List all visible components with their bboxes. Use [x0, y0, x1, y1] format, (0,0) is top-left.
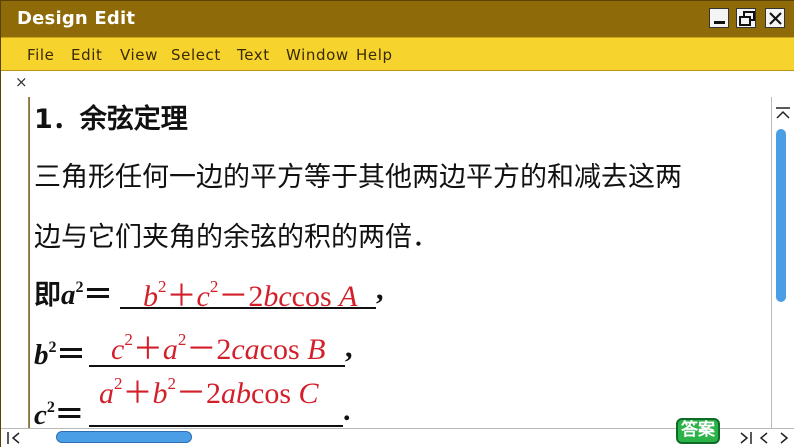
menu-text[interactable]: Text [237, 46, 270, 64]
formula-2-equals: ＝ [56, 339, 86, 371]
f3-t1: a [99, 377, 114, 410]
menu-window[interactable]: Window [286, 46, 349, 64]
f2-t4: ca [231, 333, 260, 366]
vertical-scroll-thumb[interactable] [776, 129, 786, 302]
f3-op1: ＋ [122, 377, 153, 410]
section-heading: 1．余弦定理 [34, 104, 188, 135]
formula-2-underline [89, 365, 345, 367]
formula-3-var: c [34, 399, 47, 431]
left-ruler [1, 97, 29, 428]
f2-t1: c [111, 333, 125, 366]
restore-button[interactable] [736, 8, 756, 28]
formula-1-equals: ＝ [83, 277, 113, 311]
formula-3-trail: . [343, 394, 351, 427]
scroll-left-end-icon[interactable] [5, 430, 31, 446]
formula-1-trail: , [376, 273, 384, 306]
paragraph-line-1: 三角形任何一边的平方等于其他两边平方的和减去这两 [34, 162, 682, 193]
f2-t3: 2 [216, 333, 232, 366]
paragraph-line-2: 边与它们夹角的余弦的积的两倍． [34, 222, 439, 253]
menu-view[interactable]: View [120, 46, 158, 64]
f3-t2: b [152, 377, 168, 410]
restore-icon [739, 11, 755, 26]
formula-1-label: 即a2＝ [34, 271, 113, 313]
f2-op2: － [186, 333, 217, 366]
formula-1-var: a [61, 279, 76, 311]
app-window: Design Edit File Edit View Select Text W… [0, 0, 794, 447]
formula-3-equals: ＝ [54, 399, 84, 431]
f2-t2: a [162, 333, 178, 366]
f1-e1: 2 [158, 277, 167, 296]
formula-3-label: c2＝ [34, 391, 84, 433]
horizontal-scroll-thumb[interactable] [56, 431, 192, 443]
formula-2-label: b2＝ [34, 331, 86, 373]
menu-edit[interactable]: Edit [71, 46, 102, 64]
f2-ang: B [307, 333, 326, 366]
menu-bar: File Edit View Select Text Window Help [1, 37, 794, 71]
minimize-button[interactable] [709, 8, 729, 28]
window-title: Design Edit [17, 8, 136, 29]
f3-op2: － [176, 377, 206, 410]
f3-e1: 2 [114, 374, 123, 393]
menu-help[interactable]: Help [356, 46, 393, 64]
f3-e2: 2 [167, 374, 177, 393]
formula-2-trail: , [345, 331, 353, 364]
formula-2-exp: 2 [48, 339, 57, 356]
menu-select[interactable]: Select [171, 46, 221, 64]
answer-button[interactable]: 答案 [676, 418, 720, 444]
minimize-icon [714, 21, 725, 24]
f3-t3: 2 [206, 377, 221, 410]
title-bar[interactable]: Design Edit [1, 1, 794, 37]
f3-fn: cos [251, 377, 299, 410]
f3-t4: ab [221, 377, 251, 410]
f2-e1: 2 [124, 330, 133, 349]
formula-3-answer: a2＋b2－2abcos C [99, 368, 319, 412]
scroll-right-icons[interactable] [737, 430, 793, 446]
close-icon [769, 12, 782, 25]
scroll-up-icon[interactable] [774, 105, 792, 121]
menu-file[interactable]: File [27, 46, 55, 64]
formula-1-exp: 2 [75, 279, 84, 296]
f2-fn: cos [259, 333, 308, 366]
f3-ang: C [298, 377, 319, 410]
f2-op1: ＋ [132, 333, 163, 366]
formula-2-var: b [34, 339, 49, 371]
close-button[interactable] [765, 8, 785, 28]
formula-2-answer: c2＋a2－2cacos B [111, 324, 325, 368]
tab-close-icon[interactable]: × [15, 73, 28, 91]
formula-3-exp: 2 [46, 399, 55, 416]
formula-3-underline [89, 425, 343, 427]
formula-1-prefix: 即 [34, 280, 61, 311]
formula-1-underline [120, 307, 376, 309]
